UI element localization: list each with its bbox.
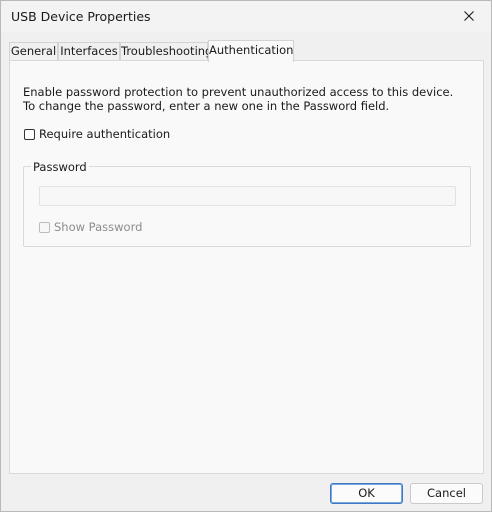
tab-interfaces[interactable]: Interfaces: [58, 42, 120, 60]
close-button[interactable]: [451, 2, 487, 30]
require-authentication-label: Require authentication: [39, 127, 171, 141]
authentication-panel: Enable password protection to prevent un…: [9, 60, 484, 474]
show-password-label: Show Password: [54, 220, 143, 234]
close-icon: [464, 11, 474, 21]
tab-authentication[interactable]: Authentication: [208, 40, 294, 62]
tab-general[interactable]: General: [9, 42, 58, 60]
show-password-checkbox[interactable]: [39, 221, 50, 233]
ok-button[interactable]: OK: [330, 483, 403, 504]
cancel-button[interactable]: Cancel: [410, 483, 483, 504]
password-input[interactable]: [39, 186, 456, 206]
properties-dialog: USB Device Properties General Interfaces…: [0, 0, 492, 512]
require-authentication-checkbox[interactable]: [24, 128, 35, 140]
tab-troubleshooting[interactable]: Troubleshooting: [120, 42, 212, 60]
window-title: USB Device Properties: [11, 9, 151, 24]
password-group-legend: Password: [31, 160, 89, 174]
description-text: Enable password protection to prevent un…: [23, 85, 454, 113]
require-authentication-row[interactable]: Require authentication: [24, 127, 170, 141]
title-bar: USB Device Properties: [1, 1, 491, 32]
show-password-row[interactable]: Show Password: [39, 220, 142, 234]
password-group: Password Show Password: [23, 160, 471, 247]
